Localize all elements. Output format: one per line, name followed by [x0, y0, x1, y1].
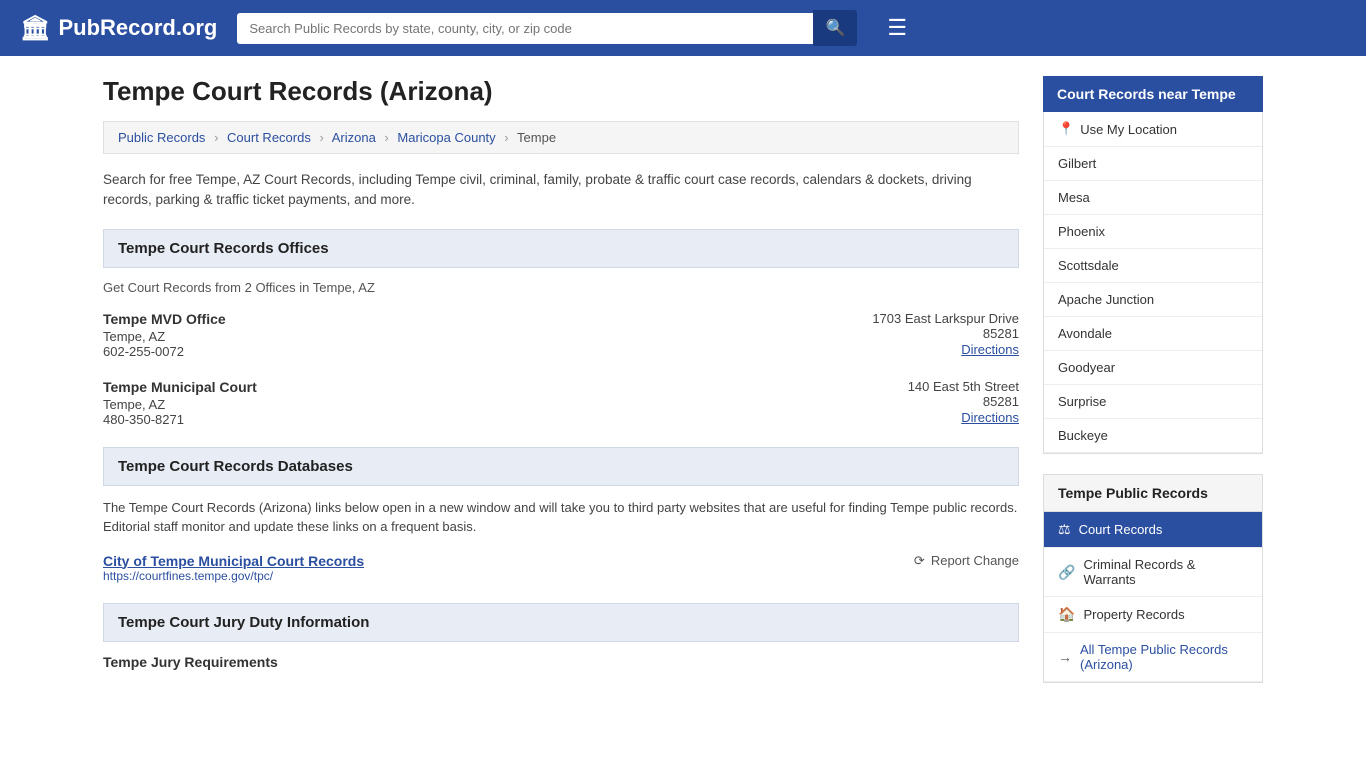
sidebar-pr-title: Tempe Public Records	[1043, 474, 1263, 512]
breadcrumb-sep-4: ›	[504, 130, 508, 145]
sidebar-city-scottsdale[interactable]: Scottsdale	[1044, 249, 1262, 283]
directions-link-1[interactable]: Directions	[961, 342, 1019, 357]
sidebar-pr-section: Tempe Public Records ⚖ Court Records 🔗 C…	[1043, 474, 1263, 683]
sidebar-city-mesa[interactable]: Mesa	[1044, 181, 1262, 215]
office-zip-2: 85281	[908, 394, 1019, 409]
hamburger-menu[interactable]: ☰	[887, 15, 907, 41]
office-phone-1: 602-255-0072	[103, 344, 226, 359]
db-entry-1: City of Tempe Municipal Court Records ht…	[103, 553, 1019, 583]
sidebar-city-label-avondale: Avondale	[1058, 326, 1112, 341]
jury-section-header: Tempe Court Jury Duty Information	[103, 603, 1019, 642]
use-location-label: Use My Location	[1080, 122, 1177, 137]
sidebar-city-label-scottsdale: Scottsdale	[1058, 258, 1119, 273]
breadcrumb-maricopa[interactable]: Maricopa County	[397, 130, 495, 145]
offices-section-header: Tempe Court Records Offices	[103, 229, 1019, 268]
logo-icon: 🏛	[20, 14, 50, 43]
all-records-icon: →	[1058, 649, 1072, 665]
sidebar-city-label-phoenix: Phoenix	[1058, 224, 1105, 239]
sidebar-city-phoenix[interactable]: Phoenix	[1044, 215, 1262, 249]
search-button[interactable]: 🔍	[813, 10, 857, 46]
property-records-icon: 🏠	[1058, 606, 1075, 623]
sidebar-city-buckeye[interactable]: Buckeye	[1044, 419, 1262, 453]
sidebar-city-label-apache-junction: Apache Junction	[1058, 292, 1154, 307]
location-icon: 📍	[1058, 121, 1074, 137]
office-phone-2: 480-350-8271	[103, 412, 257, 427]
breadcrumb-sep-3: ›	[384, 130, 388, 145]
db-url-1: https://courtfines.tempe.gov/tpc/	[103, 569, 364, 583]
court-records-icon: ⚖	[1058, 521, 1071, 538]
sidebar-city-label-buckeye: Buckeye	[1058, 428, 1108, 443]
sidebar-city-apache-junction[interactable]: Apache Junction	[1044, 283, 1262, 317]
header: 🏛 PubRecord.org 🔍 ☰	[0, 0, 1366, 56]
pr-item-property-records[interactable]: 🏠 Property Records	[1044, 597, 1262, 633]
sidebar-city-label-mesa: Mesa	[1058, 190, 1090, 205]
site-logo[interactable]: 🏛 PubRecord.org	[20, 14, 217, 43]
page-wrapper: Tempe Court Records (Arizona) Public Rec…	[83, 56, 1283, 723]
search-input[interactable]	[237, 13, 813, 44]
sidebar: Court Records near Tempe 📍 Use My Locati…	[1043, 76, 1263, 703]
sidebar-city-label-goodyear: Goodyear	[1058, 360, 1115, 375]
pr-label-all-records: All Tempe Public Records (Arizona)	[1080, 642, 1248, 672]
breadcrumb-sep-1: ›	[214, 130, 218, 145]
pr-item-all-records[interactable]: → All Tempe Public Records (Arizona)	[1044, 633, 1262, 682]
sidebar-city-gilbert[interactable]: Gilbert	[1044, 147, 1262, 181]
office-city-1: Tempe, AZ	[103, 329, 226, 344]
office-right-2: 140 East 5th Street 85281 Directions	[908, 379, 1019, 427]
databases-section-header: Tempe Court Records Databases	[103, 447, 1019, 486]
breadcrumb-arizona[interactable]: Arizona	[332, 130, 376, 145]
criminal-records-icon: 🔗	[1058, 564, 1075, 581]
breadcrumb: Public Records › Court Records › Arizona…	[103, 121, 1019, 154]
db-entry-left-1: City of Tempe Municipal Court Records ht…	[103, 553, 364, 583]
report-change-label: Report Change	[931, 553, 1019, 568]
pr-label-property-records: Property Records	[1083, 607, 1184, 622]
sidebar-near-section: Court Records near Tempe 📍 Use My Locati…	[1043, 76, 1263, 454]
jury-sub-header: Tempe Jury Requirements	[103, 654, 1019, 670]
office-address-2: 140 East 5th Street	[908, 379, 1019, 394]
pr-item-court-records[interactable]: ⚖ Court Records	[1044, 512, 1262, 548]
office-zip-1: 85281	[872, 326, 1019, 341]
report-change-icon: ⟳	[914, 553, 925, 569]
breadcrumb-sep-2: ›	[319, 130, 323, 145]
office-name-1: Tempe MVD Office	[103, 311, 226, 327]
sidebar-near-list: 📍 Use My Location Gilbert Mesa Phoenix S…	[1043, 112, 1263, 454]
logo-text: PubRecord.org	[58, 15, 217, 41]
main-content: Tempe Court Records (Arizona) Public Rec…	[103, 76, 1019, 703]
sidebar-city-label-gilbert: Gilbert	[1058, 156, 1096, 171]
sidebar-city-goodyear[interactable]: Goodyear	[1044, 351, 1262, 385]
page-title: Tempe Court Records (Arizona)	[103, 76, 1019, 107]
db-link-1[interactable]: City of Tempe Municipal Court Records	[103, 553, 364, 569]
office-entry-1: Tempe MVD Office Tempe, AZ 602-255-0072 …	[103, 311, 1019, 359]
databases-intro: The Tempe Court Records (Arizona) links …	[103, 498, 1019, 537]
office-entry-2: Tempe Municipal Court Tempe, AZ 480-350-…	[103, 379, 1019, 427]
intro-text: Search for free Tempe, AZ Court Records,…	[103, 170, 1019, 211]
office-address-1: 1703 East Larkspur Drive	[872, 311, 1019, 326]
office-name-2: Tempe Municipal Court	[103, 379, 257, 395]
breadcrumb-tempe: Tempe	[517, 130, 556, 145]
sidebar-city-surprise[interactable]: Surprise	[1044, 385, 1262, 419]
sidebar-city-label-surprise: Surprise	[1058, 394, 1106, 409]
directions-link-2[interactable]: Directions	[961, 410, 1019, 425]
report-change-button[interactable]: ⟳ Report Change	[914, 553, 1019, 569]
office-left-2: Tempe Municipal Court Tempe, AZ 480-350-…	[103, 379, 257, 427]
sidebar-near-title: Court Records near Tempe	[1043, 76, 1263, 112]
office-left-1: Tempe MVD Office Tempe, AZ 602-255-0072	[103, 311, 226, 359]
pr-item-criminal-records[interactable]: 🔗 Criminal Records & Warrants	[1044, 548, 1262, 597]
pr-label-court-records: Court Records	[1079, 522, 1163, 537]
office-right-1: 1703 East Larkspur Drive 85281 Direction…	[872, 311, 1019, 359]
sidebar-use-location[interactable]: 📍 Use My Location	[1044, 112, 1262, 147]
office-city-2: Tempe, AZ	[103, 397, 257, 412]
pr-label-criminal-records: Criminal Records & Warrants	[1083, 557, 1248, 587]
breadcrumb-public-records[interactable]: Public Records	[118, 130, 205, 145]
sidebar-city-avondale[interactable]: Avondale	[1044, 317, 1262, 351]
search-bar: 🔍	[237, 10, 857, 46]
sidebar-pr-list: ⚖ Court Records 🔗 Criminal Records & War…	[1043, 512, 1263, 683]
breadcrumb-court-records[interactable]: Court Records	[227, 130, 311, 145]
offices-subtext: Get Court Records from 2 Offices in Temp…	[103, 280, 1019, 295]
